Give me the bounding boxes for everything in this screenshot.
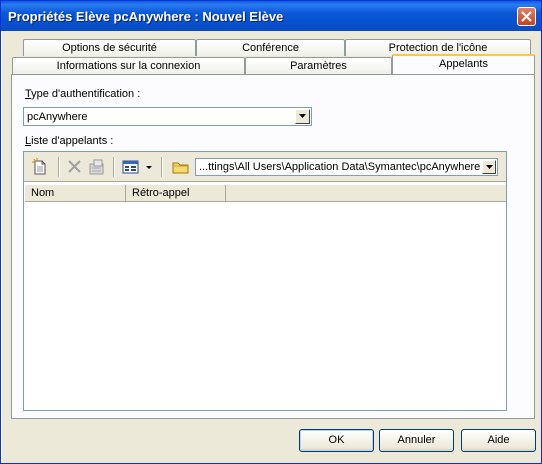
dialog-window: Propriétés Elève pcAnywhere : Nouvel Elè… bbox=[0, 0, 542, 464]
view-icon[interactable] bbox=[122, 158, 140, 176]
tab-appelants[interactable]: Appelants bbox=[392, 54, 535, 74]
toolbar-separator bbox=[161, 157, 163, 177]
column-header-filler bbox=[226, 185, 506, 202]
callers-list: ...ttings\All Users\Application Data\Sym… bbox=[23, 151, 507, 411]
path-dropdown-button[interactable] bbox=[482, 160, 496, 174]
close-icon bbox=[521, 11, 532, 22]
folder-icon[interactable] bbox=[172, 158, 190, 176]
properties-icon[interactable] bbox=[88, 158, 106, 176]
ok-button[interactable]: OK bbox=[299, 429, 374, 452]
new-item-icon[interactable] bbox=[31, 158, 49, 176]
tab-parametres[interactable]: Paramètres bbox=[245, 57, 392, 74]
chevron-down-icon bbox=[299, 114, 306, 118]
auth-type-dropdown-button[interactable] bbox=[295, 109, 310, 124]
toolbar-separator bbox=[58, 157, 60, 177]
dropdown-arrow-icon[interactable] bbox=[144, 158, 154, 176]
auth-type-label: Type d'authentification : bbox=[25, 88, 141, 100]
tab-informations-connexion[interactable]: Informations sur la connexion bbox=[12, 57, 245, 74]
window-title: Propriétés Elève pcAnywhere : Nouvel Elè… bbox=[8, 9, 284, 24]
title-bar[interactable]: Propriétés Elève pcAnywhere : Nouvel Elè… bbox=[1, 1, 541, 31]
toolbar-separator bbox=[113, 157, 115, 177]
delete-icon[interactable] bbox=[66, 158, 84, 176]
cancel-button[interactable]: Annuler bbox=[379, 429, 454, 452]
tab-options-securite[interactable]: Options de sécurité bbox=[23, 39, 196, 56]
path-value: ...ttings\All Users\Application Data\Sym… bbox=[199, 161, 481, 173]
auth-type-select[interactable]: pcAnywhere bbox=[23, 107, 312, 126]
path-select[interactable]: ...ttings\All Users\Application Data\Sym… bbox=[195, 158, 498, 176]
column-header-nom[interactable]: Nom bbox=[25, 185, 126, 202]
column-header-retro-appel[interactable]: Rétro-appel bbox=[126, 185, 226, 202]
close-button[interactable] bbox=[517, 7, 536, 26]
chevron-down-icon bbox=[486, 165, 493, 169]
callers-toolbar: ...ttings\All Users\Application Data\Sym… bbox=[24, 152, 506, 182]
tab-conference[interactable]: Conférence bbox=[196, 39, 345, 56]
auth-type-value: pcAnywhere bbox=[27, 111, 88, 123]
help-button[interactable]: Aide bbox=[461, 429, 536, 452]
callers-list-label: Liste d'appelants : bbox=[25, 135, 114, 147]
